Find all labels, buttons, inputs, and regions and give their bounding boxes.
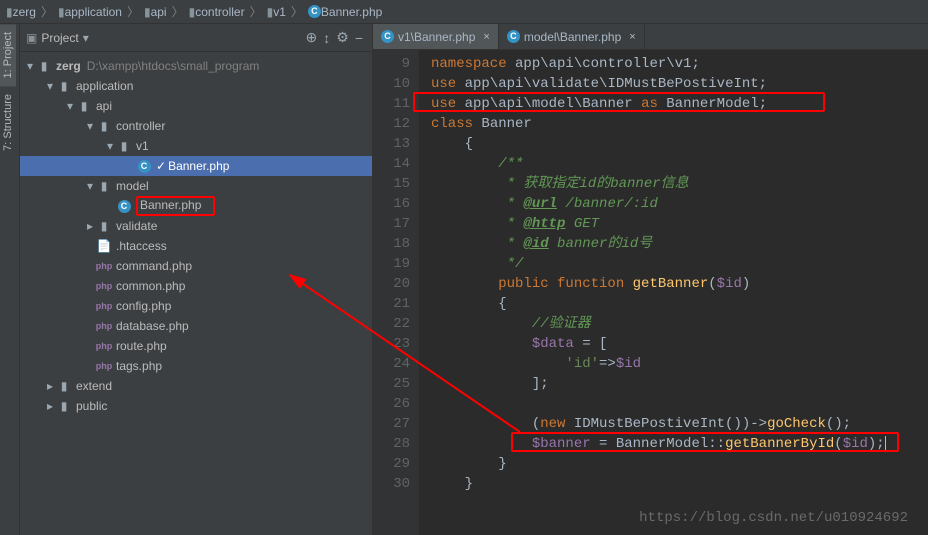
tree-folder-model[interactable]: ▾▮ model (20, 176, 372, 196)
folder-icon: ▮ (116, 139, 132, 153)
tree-folder-validate[interactable]: ▸▮ validate (20, 216, 372, 236)
chevron-down-icon[interactable]: ▾ (83, 31, 89, 45)
code-content[interactable]: namespace app\api\controller\v1; use app… (419, 50, 928, 535)
folder-icon: ▮ (96, 219, 112, 233)
file-icon: 📄 (96, 239, 112, 253)
php-file-icon: php (96, 261, 112, 271)
php-class-icon: C (507, 30, 520, 43)
tab-v1-banner[interactable]: C v1\Banner.php × (373, 24, 499, 49)
tree-file-htaccess[interactable]: 📄 .htaccess (20, 236, 372, 256)
folder-icon: ▮ (56, 79, 72, 93)
folder-icon: ▮ (189, 5, 196, 19)
crumb[interactable]: controller (195, 5, 244, 19)
collapse-icon[interactable]: ↕ (323, 30, 330, 46)
php-file-icon: php (96, 341, 112, 351)
php-file-icon: php (96, 361, 112, 371)
tree-file-banner-v1[interactable]: C ✓ Banner.php (20, 156, 372, 176)
folder-icon: ▮ (76, 99, 92, 113)
project-label[interactable]: Project (41, 31, 78, 45)
tree-folder-v1[interactable]: ▾▮ v1 (20, 136, 372, 156)
php-class-icon: C (116, 200, 132, 213)
tree-folder-public[interactable]: ▸▮ public (20, 396, 372, 416)
chevron-right-icon: 〉 (172, 3, 184, 20)
chevron-right-icon: 〉 (127, 3, 139, 20)
chevron-right-icon: 〉 (250, 3, 262, 20)
gear-icon[interactable]: ⚙ (336, 29, 349, 46)
tool-project[interactable]: 1: Project (0, 24, 16, 86)
project-dropdown-icon[interactable]: ▣ (26, 31, 37, 45)
folder-icon: ▮ (267, 5, 274, 19)
target-icon[interactable]: ⊕ (306, 29, 318, 46)
folder-icon: ▮ (6, 5, 13, 19)
tree-folder-api[interactable]: ▾▮ api (20, 96, 372, 116)
editor-tabs: C v1\Banner.php × C model\Banner.php × (373, 24, 928, 50)
tab-model-banner[interactable]: C model\Banner.php × (499, 24, 645, 49)
tree-folder-extend[interactable]: ▸▮ extend (20, 376, 372, 396)
folder-icon: ▮ (144, 5, 151, 19)
project-tree: ▾▮ zerg D:\xampp\htdocs\small_program ▾▮… (20, 52, 372, 535)
close-icon[interactable]: × (629, 31, 635, 43)
php-file-icon: php (96, 301, 112, 311)
crumb[interactable]: zerg (13, 5, 36, 19)
crumb[interactable]: v1 (273, 5, 286, 19)
crumb[interactable]: Banner.php (321, 5, 382, 19)
php-file-icon: php (96, 321, 112, 331)
tree-file-database[interactable]: php database.php (20, 316, 372, 336)
project-panel: ▣ Project ▾ ⊕ ↕ ⚙ − ▾▮ zerg D:\xampp\htd… (20, 24, 373, 535)
tree-file-command[interactable]: php command.php (20, 256, 372, 276)
folder-icon: ▮ (96, 119, 112, 133)
project-header: ▣ Project ▾ ⊕ ↕ ⚙ − (20, 24, 372, 52)
tool-structure[interactable]: 7: Structure (0, 86, 16, 159)
tree-file-common[interactable]: php common.php (20, 276, 372, 296)
php-class-icon: C (308, 5, 321, 18)
close-icon[interactable]: × (483, 31, 489, 43)
code-editor[interactable]: 91011 121314 151617 181920 212223 242526… (373, 50, 928, 535)
module-icon: ▮ (36, 59, 52, 73)
watermark: https://blog.csdn.net/u010924692 (639, 508, 908, 528)
tree-file-tags[interactable]: php tags.php (20, 356, 372, 376)
tree-file-route[interactable]: php route.php (20, 336, 372, 356)
tab-label: model\Banner.php (524, 30, 621, 44)
folder-icon: ▮ (56, 379, 72, 393)
tree-file-config[interactable]: php config.php (20, 296, 372, 316)
chevron-right-icon: 〉 (291, 3, 303, 20)
crumb[interactable]: api (151, 5, 167, 19)
php-class-icon: C (136, 160, 152, 173)
breadcrumb-bar: ▮ zerg 〉 ▮ application 〉 ▮ api 〉 ▮ contr… (0, 0, 928, 24)
folder-icon: ▮ (96, 179, 112, 193)
tree-folder-application[interactable]: ▾▮ application (20, 76, 372, 96)
crumb[interactable]: application (65, 5, 122, 19)
tree-folder-controller[interactable]: ▾▮ controller (20, 116, 372, 136)
editor-area: C v1\Banner.php × C model\Banner.php × 9… (373, 24, 928, 535)
tab-label: v1\Banner.php (398, 30, 475, 44)
tree-root[interactable]: ▾▮ zerg D:\xampp\htdocs\small_program (20, 56, 372, 76)
chevron-right-icon: 〉 (41, 3, 53, 20)
php-file-icon: php (96, 281, 112, 291)
minimize-icon[interactable]: − (355, 30, 363, 46)
tree-file-banner-model[interactable]: C Banner.php (20, 196, 372, 216)
folder-icon: ▮ (58, 5, 65, 19)
folder-icon: ▮ (56, 399, 72, 413)
gutter: 91011 121314 151617 181920 212223 242526… (373, 50, 419, 535)
php-class-icon: C (381, 30, 394, 43)
tool-window-strip: 1: Project 7: Structure (0, 24, 20, 535)
